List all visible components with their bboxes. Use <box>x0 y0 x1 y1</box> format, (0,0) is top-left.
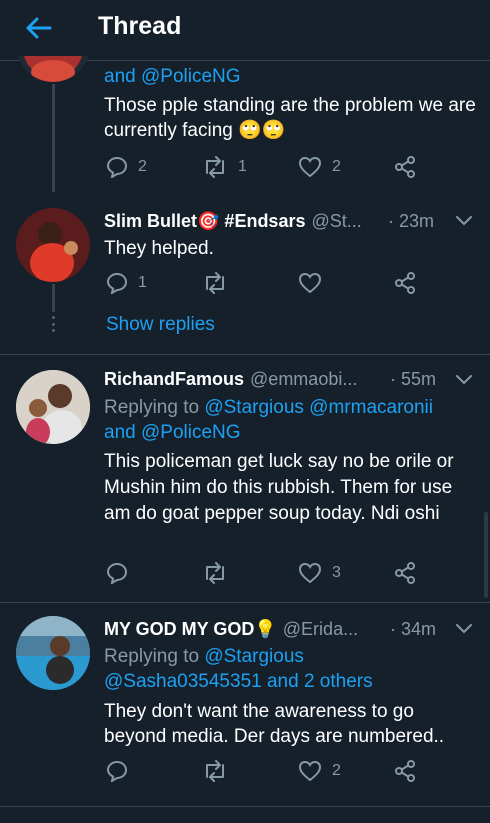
replying-to: Replying to @Stargious @mrmacaronii and … <box>104 395 476 445</box>
thread-line <box>52 84 55 192</box>
author-row: Slim Bullet🎯 #Endsars @St... <box>104 211 362 232</box>
tweet-time: · 55m <box>390 369 437 389</box>
reply-icon <box>106 562 128 584</box>
tweet-text: They helped. <box>104 238 214 259</box>
like-count: 2 <box>332 158 341 175</box>
tweet-text: Those pple standing are the problem we a… <box>104 95 476 141</box>
avatar[interactable] <box>16 616 90 690</box>
share-icon <box>395 272 415 294</box>
chevron-down-icon[interactable] <box>454 214 474 228</box>
author-name[interactable]: MY GOD MY GOD💡 <box>104 619 277 640</box>
retweet-icon <box>206 562 224 584</box>
tweet-divider <box>0 354 490 355</box>
heart-icon <box>298 760 322 782</box>
retweet-button[interactable] <box>202 272 228 294</box>
replying-to-users[interactable]: and @PoliceNG <box>104 422 241 443</box>
scrollbar[interactable] <box>484 512 488 598</box>
chevron-down-icon[interactable] <box>454 622 474 636</box>
reply-button[interactable] <box>106 562 128 584</box>
reply-icon <box>106 156 128 178</box>
author-handle[interactable]: @Erida... <box>283 619 358 640</box>
author-handle[interactable]: @St... <box>311 211 361 232</box>
avatar[interactable] <box>16 208 90 282</box>
tweet-actions: 2 <box>106 760 426 786</box>
heart-icon <box>298 562 322 584</box>
tweet-time: · 34m <box>390 619 437 639</box>
replying-to-continued[interactable]: and @PoliceNG <box>104 64 476 89</box>
reply-button[interactable]: 1 <box>106 272 147 294</box>
heart-icon <box>298 156 322 178</box>
like-button[interactable]: 3 <box>298 562 341 584</box>
heart-icon <box>298 272 322 294</box>
tweet-actions: 2 1 2 <box>106 156 426 182</box>
like-button[interactable]: 2 <box>298 760 341 782</box>
reply-icon <box>106 760 128 782</box>
replying-to-label: Replying to <box>104 646 205 667</box>
reply-count: 1 <box>138 274 147 291</box>
tweet-time: · 23m <box>388 211 435 231</box>
author-name[interactable]: Slim Bullet🎯 #Endsars <box>104 211 305 232</box>
reply-count: 2 <box>138 158 147 175</box>
share-button[interactable] <box>394 760 416 782</box>
like-count: 2 <box>332 762 341 779</box>
reply-button[interactable] <box>106 760 128 782</box>
like-button[interactable] <box>298 272 322 294</box>
retweet-button[interactable]: 1 <box>202 156 247 178</box>
author-name[interactable]: RichandFamous <box>104 369 244 390</box>
retweet-icon <box>206 760 224 782</box>
share-icon <box>395 156 415 178</box>
retweet-icon <box>206 156 224 178</box>
share-button[interactable] <box>394 562 416 584</box>
like-button[interactable]: 2 <box>298 156 341 178</box>
top-bar: Thread <box>0 0 490 56</box>
reply-icon <box>106 272 128 294</box>
author-row: RichandFamous @emmaobi... <box>104 369 357 390</box>
avatar[interactable] <box>16 370 90 444</box>
tweet-actions: 1 <box>106 272 426 298</box>
more-thread-indicator <box>51 316 56 332</box>
show-replies-link[interactable]: Show replies <box>106 314 215 336</box>
replying-to-users[interactable]: @Sasha03545351 and 2 others <box>104 671 373 692</box>
like-count: 3 <box>332 564 341 581</box>
share-icon <box>395 562 415 584</box>
retweet-count: 1 <box>238 158 247 175</box>
compose-bar[interactable] <box>0 806 490 823</box>
tweet-text: They don't want the awareness to go beyo… <box>104 701 445 747</box>
reply-button[interactable]: 2 <box>106 156 147 178</box>
share-button[interactable] <box>394 156 416 178</box>
back-arrow-icon[interactable] <box>22 12 54 44</box>
tweet-actions: 3 <box>106 562 426 588</box>
author-row: MY GOD MY GOD💡 @Erida... <box>104 619 358 640</box>
retweet-button[interactable] <box>202 562 228 584</box>
replying-to-users[interactable]: @Stargious <box>204 646 304 667</box>
replying-to-users[interactable]: @Stargious @mrmacaronii <box>204 397 433 418</box>
replying-to-label: Replying to <box>104 397 205 418</box>
share-button[interactable] <box>394 272 416 294</box>
share-icon <box>395 760 415 782</box>
author-handle[interactable]: @emmaobi... <box>250 369 357 390</box>
replying-to: Replying to @Stargious @Sasha03545351 an… <box>104 644 476 694</box>
page-title: Thread <box>98 12 182 40</box>
thread-line <box>52 284 55 312</box>
chevron-down-icon[interactable] <box>454 373 474 387</box>
retweet-button[interactable] <box>202 760 228 782</box>
tweet-text: This policeman get luck say no be orile … <box>104 451 454 524</box>
tweet-divider <box>0 602 490 603</box>
retweet-icon <box>206 272 224 294</box>
